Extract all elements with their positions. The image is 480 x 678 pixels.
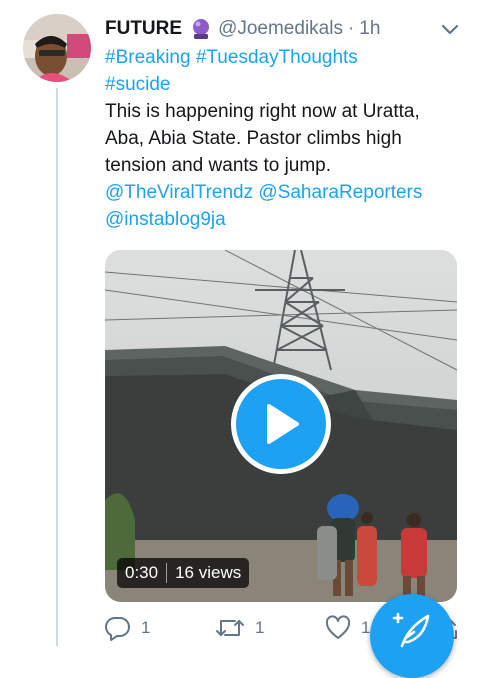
play-button[interactable] [231,374,331,474]
mention-link[interactable]: @instablog9ja [105,209,226,230]
reply-count: 1 [141,618,151,637]
hashtag-link[interactable]: #TuesdayThoughts [196,47,358,68]
video-player[interactable]: 0:30 16 views [105,250,457,602]
retweet-count: 1 [255,618,265,637]
retweet-button[interactable]: 1 [215,615,264,641]
reply-button[interactable]: 1 [105,615,150,641]
video-view-count: 16 views [175,563,242,582]
hashtag-link[interactable]: #sucide [105,74,171,95]
play-icon [267,404,299,444]
tweet-header: FUTURE @Joemedikals · 1h [105,14,462,44]
tweet-text-line: @instablog9ja [105,206,467,233]
tweet-timestamp[interactable]: 1h [359,18,380,40]
tweet-text: #Breaking #TuesdayThoughts #sucide This is… [105,44,467,233]
crystal-ball-icon [190,18,212,40]
tweet-text-line: tension and wants to jump. [105,152,467,179]
badge-divider [166,563,168,583]
like-button[interactable]: 1 [325,615,370,641]
tweet-text-segment: Aba, Abia State. Pastor climbs high [105,128,402,149]
header-separator: · [347,18,355,39]
reply-icon [105,616,130,641]
video-info-badge: 0:30 16 views [117,558,250,588]
chevron-down-icon[interactable] [438,17,462,41]
compose-feather-icon [392,612,430,648]
retweet-icon [216,620,244,636]
thread-line [56,88,58,646]
like-icon [325,615,351,639]
tweet-text-segment: This is happening right now at Uratta, [105,101,420,122]
video-duration: 0:30 [125,563,159,582]
tweet-text-line: #sucide [105,71,467,98]
mention-link[interactable]: @TheViralTrendz [105,182,253,203]
tweet-text-line: #Breaking #TuesdayThoughts [105,44,467,71]
avatar[interactable] [23,14,91,82]
avatar-image [23,14,91,82]
tweet-text-line: Aba, Abia State. Pastor climbs high [105,125,467,152]
author-handle[interactable]: @Joemedikals [218,18,343,40]
tweet-text-line: This is happening right now at Uratta, [105,98,467,125]
hashtag-link[interactable]: #Breaking [105,47,191,68]
tweet-text-segment: tension and wants to jump. [105,155,332,176]
compose-tweet-button[interactable] [370,594,454,678]
tweet-text-line: @TheViralTrendz @SaharaReporters [105,179,467,206]
author-name[interactable]: FUTURE [105,18,182,40]
mention-link[interactable]: @SaharaReporters [258,182,422,203]
